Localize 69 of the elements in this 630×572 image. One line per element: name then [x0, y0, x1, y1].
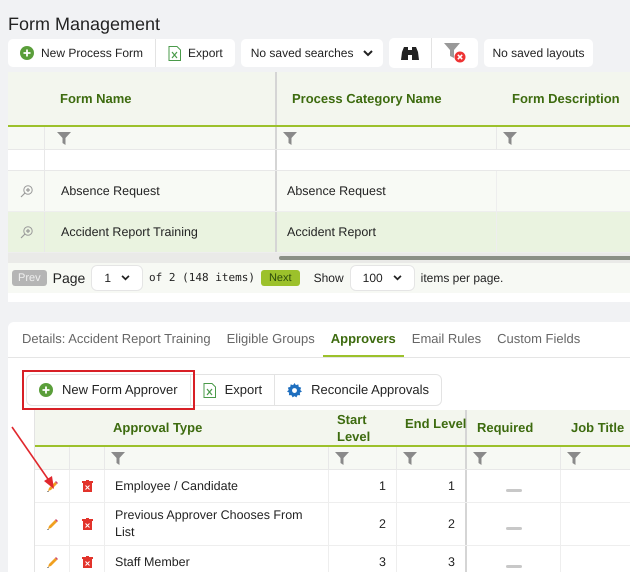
approval-type-cell: Staff Member [115, 554, 190, 570]
detail-tab[interactable]: Email Rules [404, 322, 490, 357]
spreadsheet-icon [168, 46, 182, 60]
filter-icon[interactable] [111, 452, 125, 464]
zoom-in-icon[interactable] [20, 226, 32, 238]
horizontal-scrollbar[interactable] [279, 256, 630, 260]
toolbar-button[interactable]: Export [190, 375, 274, 405]
chevron-down-icon [392, 275, 402, 281]
toolbar-button[interactable]: Export [155, 39, 235, 67]
start-level-cell-text: 3 [379, 554, 386, 571]
pencil-icon[interactable] [46, 518, 58, 530]
saved-searches-dropdown[interactable]: No saved searches [240, 39, 384, 67]
column-header[interactable]: Form Description [512, 88, 620, 108]
column-header[interactable]: Process Category Name [292, 88, 442, 108]
filter-icon[interactable] [503, 132, 517, 144]
column-header[interactable]: Form Name [60, 88, 132, 108]
toolbar-button[interactable]: Reconcile Approvals [274, 375, 441, 405]
page-size-dropdown[interactable]: 100 [350, 265, 415, 291]
approval-type-cell: Employee / Candidate [115, 478, 238, 494]
toolbar-button[interactable]: New Process Form [8, 39, 156, 67]
category-cell-text: Accident Report [287, 224, 376, 241]
detail-tab[interactable]: Custom Fields [489, 322, 588, 357]
filter-icon[interactable] [403, 452, 417, 464]
next-button[interactable]: Next [260, 270, 300, 286]
page-dropdown[interactable]: 1 [91, 265, 144, 291]
binoculars-icon [401, 46, 420, 60]
plus-circle-icon [39, 383, 53, 397]
form-name-cell-text: Absence Request [61, 182, 160, 200]
end-level-cell-text: 1 [448, 478, 455, 495]
gear-icon [287, 382, 302, 398]
category-cell-text: Absence Request [287, 182, 386, 200]
end-level-cell-text: 2 [448, 516, 455, 533]
filter-icon[interactable] [473, 452, 487, 464]
pencil-icon[interactable] [46, 556, 58, 568]
trash-icon[interactable] [82, 518, 92, 530]
chevron-down-icon [363, 50, 374, 56]
page-title: Form Management [8, 13, 160, 36]
column-header[interactable]: Start Level [337, 410, 389, 444]
spreadsheet-icon [202, 382, 216, 398]
filter-clear-icon [444, 43, 466, 63]
filter-icon[interactable] [57, 132, 71, 144]
form-name-cell-text: Accident Report Training [61, 224, 198, 241]
trash-icon[interactable] [82, 556, 92, 568]
saved-layouts-dropdown[interactable]: No saved layouts [484, 39, 593, 67]
zoom-in-icon[interactable] [20, 184, 32, 198]
trash-icon[interactable] [82, 480, 92, 492]
filter-icon[interactable] [567, 452, 581, 464]
detail-tab[interactable]: Details: Accident Report Training [14, 322, 219, 357]
show-label: Show [314, 270, 344, 287]
plus-circle-icon [20, 46, 34, 60]
form-row[interactable]: Absence Request Absence Request [8, 171, 630, 212]
chevron-down-icon [121, 275, 130, 281]
form-row[interactable]: Accident Report Training Accident Report [8, 212, 630, 253]
column-header[interactable]: Required [477, 418, 534, 438]
toolbar-button[interactable]: New Form Approver [27, 375, 190, 405]
column-header[interactable]: Approval Type [113, 418, 202, 438]
page-label: Page [52, 268, 86, 288]
start-level-cell-text: 1 [379, 478, 386, 495]
column-header[interactable]: End Level [405, 416, 466, 431]
column-header[interactable]: Job Title [571, 418, 624, 438]
start-level-cell-text: 2 [379, 516, 386, 533]
filter-icon[interactable] [283, 132, 297, 144]
end-level-cell-text: 3 [448, 554, 455, 571]
detail-tab[interactable]: Eligible Groups [218, 322, 323, 357]
filter-icon[interactable] [335, 452, 349, 464]
items-per-page-label: items per page. [420, 270, 504, 287]
approval-type-cell-text: Previous Approver Chooses From List [115, 507, 304, 541]
detail-tab[interactable]: Approvers [322, 322, 404, 357]
page-count: of 2 (148 items) [149, 270, 255, 286]
